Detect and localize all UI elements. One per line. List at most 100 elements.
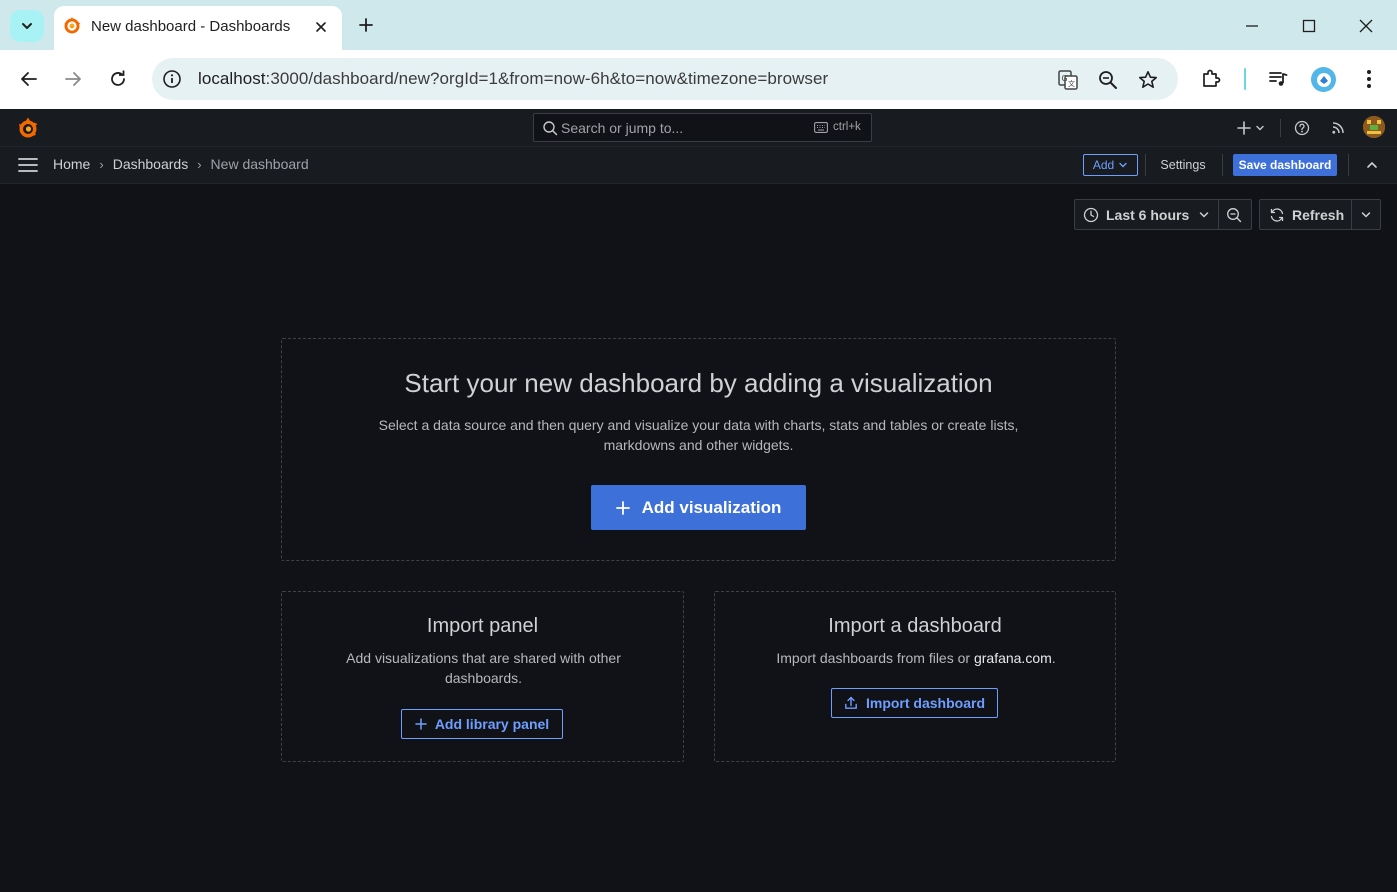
clock-icon [1083,207,1099,223]
site-info-icon[interactable] [162,69,182,89]
chevron-down-icon [1199,212,1209,218]
new-tab-button[interactable] [352,11,380,39]
keyboard-icon [814,122,828,133]
breadcrumb-chevron-icon: › [197,156,202,172]
import-dashboard-card: Import a dashboard Import dashboards fro… [714,591,1116,762]
chevron-down-icon [1119,162,1127,168]
back-button[interactable] [14,64,44,94]
window-minimize-button[interactable] [1238,12,1266,40]
translate-button[interactable]: G文 [1056,68,1080,92]
avatar-icon [1363,116,1385,138]
time-picker-separator [1218,200,1219,229]
breadcrumb-home[interactable]: Home [53,156,90,172]
new-menu-button[interactable] [1236,118,1266,138]
address-bar[interactable]: localhost:3000/dashboard/new?orgId=1&fro… [152,58,1178,100]
rss-icon [1332,122,1344,134]
search-input[interactable]: Search or jump to... ctrl+k [533,113,872,142]
grafana-com-link[interactable]: grafana.com [974,650,1052,666]
url-host: localhost [198,69,266,88]
media-controls-button[interactable] [1265,66,1291,92]
upload-icon [845,696,857,709]
top-bar-separator [1280,119,1281,137]
plus-icon [415,718,427,730]
browser-menu-button[interactable] [1356,66,1382,92]
add-button[interactable]: Add [1083,154,1138,176]
add-visualization-button[interactable]: Add visualization [591,485,806,530]
help-button[interactable] [1293,118,1311,138]
tab-search-button[interactable] [10,10,44,42]
extensions-button[interactable] [1198,66,1224,92]
star-icon [1139,71,1157,88]
zoom-button[interactable] [1096,68,1120,92]
plus-icon [359,18,373,32]
collapse-toolbar-button[interactable] [1362,155,1382,175]
add-library-panel-label: Add library panel [434,716,550,732]
empty-state-title: Start your new dashboard by adding a vis… [404,368,993,398]
refresh-picker[interactable]: Refresh [1259,199,1381,230]
add-library-panel-button[interactable]: Add library panel [401,709,563,739]
grafana-logo-icon[interactable] [16,116,40,140]
url-text: localhost:3000/dashboard/new?orgId=1&fro… [198,69,828,89]
svg-text:G: G [1062,74,1068,83]
menu-icon[interactable] [18,157,38,173]
import-panel-description: Add visualizations that are shared with … [346,650,621,686]
refresh-button[interactable]: Refresh [1292,207,1344,223]
more-vertical-icon [1367,70,1371,88]
forward-button[interactable] [58,64,88,94]
settings-button[interactable]: Settings [1152,155,1214,175]
close-icon [1359,19,1373,33]
chevron-down-icon [1256,125,1264,131]
playlist-music-icon [1269,72,1288,86]
bookmark-button[interactable] [1136,68,1160,92]
arrow-right-icon [65,72,81,86]
breadcrumb: Home › Dashboards › New dashboard [53,156,309,172]
refresh-separator [1351,200,1352,229]
search-icon [543,121,558,136]
search-shortcut: ctrl+k [833,121,861,133]
import-dashboard-description: Import dashboards from files or grafana.… [735,648,1097,668]
empty-state-description: Select a data source and then query and … [378,417,1019,453]
time-range-picker[interactable]: Last 6 hours [1074,199,1252,230]
browser-tab-active[interactable]: New dashboard - Dashboards [54,6,342,50]
zoom-out-icon[interactable] [1226,207,1242,223]
import-dashboard-label: Import dashboard [865,695,985,711]
search-placeholder: Search or jump to... [561,120,684,136]
breadcrumb-current: New dashboard [210,156,309,172]
save-dashboard-button[interactable]: Save dashboard [1233,154,1337,176]
tab-close-button[interactable] [310,16,332,38]
profile-icon [1316,72,1331,87]
profile-avatar[interactable] [1311,67,1336,92]
nav-separator [1145,154,1146,176]
import-dashboard-button[interactable]: Import dashboard [831,688,998,718]
chevron-down-icon[interactable] [1359,208,1373,222]
import-panel-card: Import panel Add visualizations that are… [281,591,684,762]
window-close-button[interactable] [1352,12,1380,40]
translate-icon: G文 [1058,70,1078,90]
news-button[interactable] [1329,118,1347,138]
puzzle-icon [1203,69,1221,87]
import-panel-title: Import panel [426,615,539,637]
grafana-top-bar: Search or jump to... ctrl+k [0,109,1397,147]
empty-dashboard-card: Start your new dashboard by adding a vis… [281,338,1116,561]
plus-icon [615,500,630,515]
close-icon [316,22,326,32]
nav-separator [1348,154,1349,176]
reload-icon [111,70,125,86]
breadcrumb-dashboards[interactable]: Dashboards [113,156,189,172]
window-maximize-button[interactable] [1295,12,1323,40]
plus-icon [1237,121,1251,135]
browser-tab-strip: New dashboard - Dashboards [0,0,1397,50]
sync-icon [1270,208,1284,222]
arrow-left-icon [21,72,37,86]
reload-button[interactable] [103,64,133,94]
maximize-icon [1302,19,1316,33]
time-range-label: Last 6 hours [1106,207,1190,223]
minimize-icon [1246,25,1258,27]
chevron-down-icon [22,23,32,29]
tab-title: New dashboard - Dashboards [91,18,291,35]
grafana-favicon-icon [64,16,81,34]
zoom-out-icon [1099,71,1117,89]
add-button-label: Add [1092,158,1115,172]
user-avatar[interactable] [1363,116,1385,138]
import-dashboard-description-text: Import dashboards from files or [776,650,974,666]
